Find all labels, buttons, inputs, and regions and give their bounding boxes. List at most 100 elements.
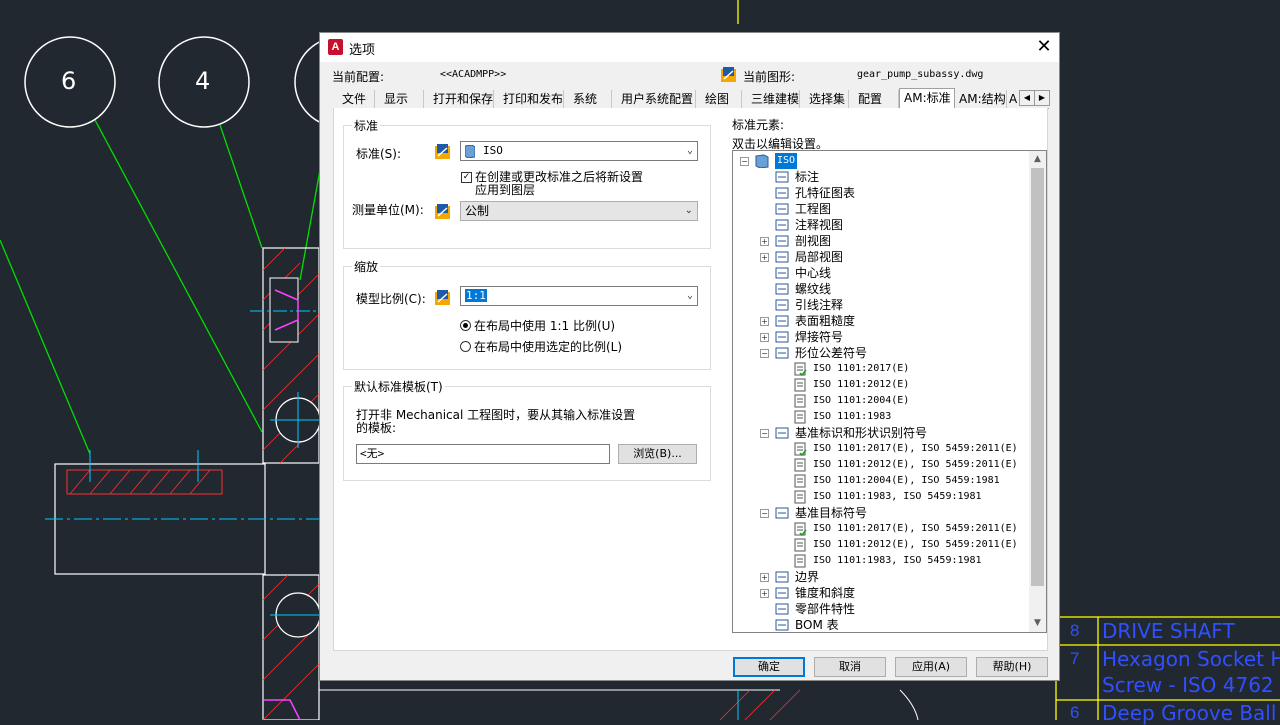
tab-strip: 文件 显示 打开和保存 打印和发布 系统 用户系统配置 绘图 三维建模 选择集 …: [333, 88, 1050, 109]
model-scale-select[interactable]: 1:1 ⌄: [460, 286, 698, 306]
scrollbar-thumb[interactable]: [1031, 168, 1044, 586]
tree-item[interactable]: 标注: [733, 169, 1029, 185]
collapse-icon[interactable]: −: [760, 349, 769, 358]
chevron-down-icon: ⌄: [686, 145, 693, 156]
template-description-line2: 的模板:: [356, 421, 397, 435]
dialog-titlebar[interactable]: A 选项 ✕: [320, 33, 1059, 62]
tree-item-label: 边界: [795, 570, 820, 584]
tab-scroll-right-icon[interactable]: ▶: [1034, 90, 1050, 106]
tree-item[interactable]: 中心线: [733, 265, 1029, 281]
model-scale-label: 模型比例(C):: [356, 292, 426, 306]
use-selected-scale-radio[interactable]: [460, 341, 471, 352]
tree-item[interactable]: 螺纹线: [733, 281, 1029, 297]
tree-item[interactable]: + 焊接符号: [733, 329, 1029, 345]
tree-item[interactable]: − 形位公差符号: [733, 345, 1029, 361]
scroll-up-icon[interactable]: ▲: [1029, 151, 1046, 168]
tree-item[interactable]: 注释视图: [733, 217, 1029, 233]
current-profile-value: <<ACADMPP>>: [440, 69, 507, 80]
scroll-down-icon[interactable]: ▼: [1029, 615, 1046, 632]
expand-icon[interactable]: +: [760, 253, 769, 262]
tab-user-preferences[interactable]: 用户系统配置: [612, 90, 696, 108]
hole-chart-icon: [775, 187, 789, 199]
cancel-button[interactable]: 取消: [814, 657, 886, 677]
tree-item[interactable]: ISO 1101:2017(E), ISO 5459:2011(E): [733, 521, 1029, 537]
collapse-icon[interactable]: −: [740, 157, 749, 166]
expand-icon[interactable]: +: [760, 589, 769, 598]
tree-item[interactable]: + 局部视图: [733, 249, 1029, 265]
tab-am-standards[interactable]: AM:标准: [899, 88, 955, 109]
tree-item[interactable]: 孔特征图表: [733, 185, 1029, 201]
tree-item[interactable]: ISO 1101:2004(E): [733, 393, 1029, 409]
tree-item-label: 剖视图: [795, 234, 832, 248]
measurement-unit-select[interactable]: 公制 ⌄: [460, 201, 698, 221]
tree-item[interactable]: ISO 1101:2017(E), ISO 5459:2011(E): [733, 441, 1029, 457]
tree-item[interactable]: ISO 1101:2004(E), ISO 5459:1981: [733, 473, 1029, 489]
bom-table: 8 DRIVE SHAFT 7 Hexagon Socket He Screw …: [1056, 617, 1280, 725]
template-path-input[interactable]: <无>: [356, 444, 610, 464]
tree-item[interactable]: BOM 表: [733, 617, 1029, 632]
tab-system[interactable]: 系统: [564, 90, 612, 108]
tree-item[interactable]: + 边界: [733, 569, 1029, 585]
tab-drafting[interactable]: 绘图: [696, 90, 742, 108]
collapse-icon[interactable]: −: [760, 429, 769, 438]
collapse-icon[interactable]: −: [760, 509, 769, 518]
use-1-1-scale-radio[interactable]: [460, 320, 471, 331]
tree-item[interactable]: − 基准标识和形状识别符号: [733, 425, 1029, 441]
bom-item-number: 7: [1070, 649, 1080, 668]
chevron-down-icon: ⌄: [684, 205, 693, 216]
tree-item-label: ISO 1101:2004(E), ISO 5459:1981: [813, 475, 1000, 486]
tree-item[interactable]: + 剖视图: [733, 233, 1029, 249]
fcf-icon: [775, 347, 789, 359]
standard-elements-tree[interactable]: BOM 表 零部件特性 + 锥度和斜度 + 边界 ISO 1101:1983, ISO 54…: [732, 150, 1047, 633]
tab-am-structure[interactable]: AM:结构: [955, 90, 1007, 108]
tree-item-label: ISO: [775, 153, 798, 169]
tree-item[interactable]: − 基准目标符号: [733, 505, 1029, 521]
current-drawing-label: 当前图形:: [743, 70, 796, 84]
tree-item[interactable]: 工程图: [733, 201, 1029, 217]
expand-icon[interactable]: +: [760, 237, 769, 246]
help-button[interactable]: 帮助(H): [976, 657, 1048, 677]
datum-target-icon: [775, 507, 789, 519]
tree-item[interactable]: ISO 1101:2017(E): [733, 361, 1029, 377]
tab-plot-publish[interactable]: 打印和发布: [494, 90, 564, 108]
tree-item[interactable]: ISO 1101:1983: [733, 409, 1029, 425]
tab-profiles[interactable]: 配置: [849, 90, 899, 108]
close-button[interactable]: ✕: [1029, 33, 1059, 62]
centerline-icon: [775, 267, 789, 279]
model-scale-icon: [435, 290, 450, 305]
tree-item-label: 焊接符号: [795, 330, 844, 344]
tree-item[interactable]: − ISO: [733, 153, 1029, 169]
tab-display[interactable]: 显示: [375, 90, 424, 108]
standard-select[interactable]: ISO ⌄: [460, 141, 698, 161]
tree-item[interactable]: ISO 1101:2012(E), ISO 5459:2011(E): [733, 537, 1029, 553]
tab-open-save[interactable]: 打开和保存: [424, 90, 494, 108]
apply-layers-checkbox[interactable]: ✓: [461, 172, 472, 183]
tree-item[interactable]: 引线注释: [733, 297, 1029, 313]
expand-icon[interactable]: +: [760, 317, 769, 326]
apply-button[interactable]: 应用(A): [895, 657, 967, 677]
tab-selection[interactable]: 选择集: [800, 90, 849, 108]
tab-3d-modeling[interactable]: 三维建模: [742, 90, 800, 108]
tree-item[interactable]: ISO 1101:2012(E), ISO 5459:2011(E): [733, 457, 1029, 473]
tree-vertical-scrollbar[interactable]: ▲ ▼: [1029, 151, 1046, 632]
ok-button[interactable]: 确定: [733, 657, 805, 677]
browse-button[interactable]: 浏览(B)...: [618, 444, 697, 464]
tree-item[interactable]: + 表面粗糙度: [733, 313, 1029, 329]
standard-label: 标准(S):: [356, 147, 402, 161]
tree-item-label: 孔特征图表: [795, 186, 856, 200]
tree-item-label: 形位公差符号: [795, 346, 868, 360]
template-group-title: 默认标准模板(T): [352, 378, 445, 395]
standard-elements-title: 标准元素:: [732, 118, 785, 132]
tree-item[interactable]: ISO 1101:1983, ISO 5459:1981: [733, 489, 1029, 505]
tab-scroll-left-icon[interactable]: ◀: [1019, 90, 1035, 106]
tree-item[interactable]: 零部件特性: [733, 601, 1029, 617]
tree-item-label: 标注: [795, 170, 820, 184]
tree-item[interactable]: ISO 1101:1983, ISO 5459:1981: [733, 553, 1029, 569]
tab-files[interactable]: 文件: [333, 90, 375, 108]
tree-item[interactable]: + 锥度和斜度: [733, 585, 1029, 601]
model-scale-value: 1:1: [465, 289, 487, 302]
tree-item[interactable]: ISO 1101:2012(E): [733, 377, 1029, 393]
expand-icon[interactable]: +: [760, 333, 769, 342]
tree-item-label: ISO 1101:2012(E), ISO 5459:2011(E): [813, 539, 1018, 550]
expand-icon[interactable]: +: [760, 573, 769, 582]
